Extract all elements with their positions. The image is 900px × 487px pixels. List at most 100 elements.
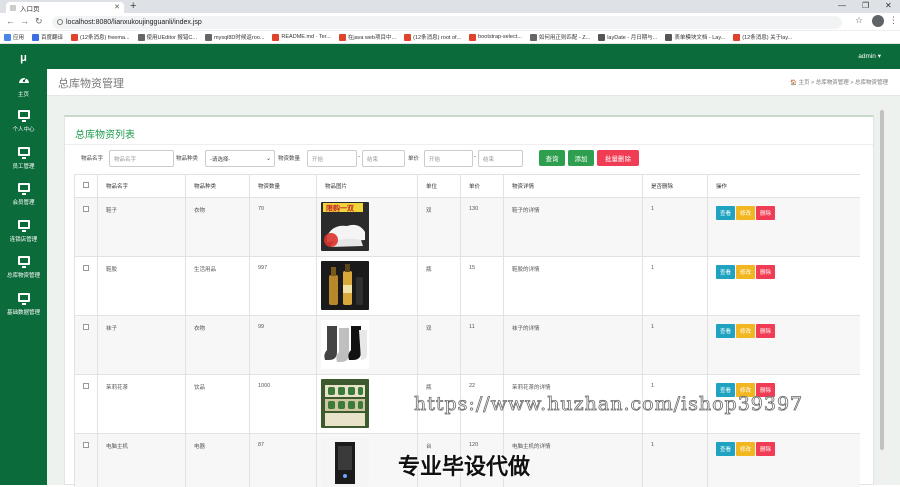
search-button[interactable]: 查询 [539,150,565,166]
bookmark-item[interactable]: bootstrap-select... [469,34,522,41]
bookmark-item[interactable]: 表单模块文档 - Lay... [665,33,725,41]
bookmark-item[interactable]: 在java web项目中... [339,33,396,41]
bookmark-label: layDate - 月日期与... [607,33,657,41]
bookmarks-bar: 应用百度翻译 (12条消息) freema... 使用UEditor 报错C... m… [0,31,900,44]
qty-filter-label: 物资数量 [278,154,300,162]
row-checkbox[interactable] [83,383,89,389]
row-select[interactable] [75,257,98,316]
view-button[interactable]: 查看 [716,442,735,456]
cell-name: 茉莉花茶 [98,375,186,434]
qty-start-input[interactable]: 开始 [307,150,357,167]
cell-image [317,257,418,316]
bookmark-item[interactable]: layDate - 月日期与... [598,33,657,41]
delete-button[interactable]: 删除 [756,324,775,338]
close-tab-icon[interactable]: ✕ [114,3,120,11]
watermark-url: https://www.huzhan.com/ishop39397 [414,393,803,415]
minimize-icon[interactable]: — [838,1,846,10]
edit-button[interactable]: 修改 [736,265,755,279]
row-checkbox[interactable] [83,442,89,448]
cell-unit: 瓶 [418,257,461,316]
cell-detail: 鞋子的详情 [504,198,643,257]
monitor-icon [18,220,30,229]
row-checkbox[interactable] [83,206,89,212]
bookmark-item[interactable]: 使用UEditor 报错C... [138,33,197,41]
menu-dots-icon[interactable]: ⋮ [889,15,898,26]
sidebar-item-home[interactable]: 主页 [0,74,47,110]
cell-type: 生活用品 [186,257,250,316]
product-image [321,320,369,369]
price-start-input[interactable]: 开始 [424,150,473,167]
product-image [321,379,369,428]
qty-end-input[interactable]: 结束 [362,150,405,167]
header-select-all[interactable] [75,175,98,198]
sidebar-item-warehouse[interactable]: 总库物资管理 [0,256,47,292]
view-button[interactable]: 查看 [716,324,735,338]
cell-unit: 双 [418,316,461,375]
delete-button[interactable]: 删除 [756,442,775,456]
delete-button[interactable]: 删除 [756,265,775,279]
cell-price: 15 [461,257,504,316]
bookmark-item[interactable]: 应用 [4,33,24,41]
bookmark-label: (12条消息) freema... [80,33,130,41]
cell-actions: 查看修改删除 [708,257,861,316]
price-end-input[interactable]: 结束 [478,150,523,167]
cell-deleted: 1 [643,198,708,257]
add-button[interactable]: 添加 [568,150,594,166]
sidebar: μ 主页 个人中心 员工管理 会员管理 连锁店管理 总库物资管理 基础数据管理 [0,44,47,485]
sidebar-item-members[interactable]: 会员管理 [0,183,47,219]
edit-button[interactable]: 修改 [736,206,755,220]
view-button[interactable]: 查看 [716,206,735,220]
tab-title: 入口页 [20,3,40,13]
account-icon[interactable] [872,15,884,27]
view-button[interactable]: 查看 [716,265,735,279]
bookmark-item[interactable]: 百度翻译 [32,33,63,41]
forward-icon[interactable]: → [20,16,29,26]
row-select[interactable] [75,375,98,434]
row-select[interactable] [75,434,98,487]
name-filter-input[interactable]: 物品名字 [109,150,174,167]
bookmark-icon [138,34,145,41]
url-input[interactable]: localhost:8080/lianxukoujingguanli/index… [52,16,842,29]
bookmark-label: bootstrap-select... [478,34,522,40]
row-checkbox[interactable] [83,324,89,330]
sidebar-item-staff[interactable]: 员工管理 [0,147,47,183]
delete-button[interactable]: 删除 [756,206,775,220]
scrollbar-thumb[interactable] [880,110,884,450]
cell-name: 袜子 [98,316,186,375]
sidebar-item-label: 主页 [0,90,47,98]
cell-deleted: 1 [643,316,708,375]
sidebar-item-label: 连锁店管理 [0,235,47,243]
select-all-checkbox[interactable] [83,182,89,188]
bookmark-item[interactable]: mysql8D时候返roo... [205,33,264,41]
sidebar-item-base-data[interactable]: 基础数据管理 [0,293,47,329]
close-window-icon[interactable]: ✕ [885,1,892,10]
browser-tab[interactable]: 入口页 ✕ [6,2,124,13]
monitor-icon [18,147,30,156]
back-icon[interactable]: ← [6,16,15,26]
monitor-icon [18,256,30,265]
type-filter-select[interactable]: -请选择-⌄ [205,150,275,167]
sidebar-item-profile[interactable]: 个人中心 [0,110,47,146]
cell-deleted: 1 [643,257,708,316]
row-select[interactable] [75,198,98,257]
bookmark-item[interactable]: (12条消息) root of... [404,33,461,41]
bookmark-item[interactable]: (12条消息) freema... [71,33,130,41]
bookmark-icon [272,34,279,41]
bookmark-item[interactable]: (12条消息) 关于lay... [733,33,792,41]
maximize-icon[interactable]: ❐ [862,1,869,10]
table-body: 鞋子衣物70限购一双双130鞋子的详情1查看修改删除鞋胶生活用品997瓶15鞋胶… [75,198,861,487]
column-header: 操作 [708,175,861,198]
bookmark-item[interactable]: 如何用正则匹配 - Z... [530,33,590,41]
bookmark-icon [733,34,740,41]
user-menu[interactable]: admin ▾ [858,52,881,60]
row-select[interactable] [75,316,98,375]
bookmark-item[interactable]: README.md · Ter... [272,34,330,41]
batch-delete-button[interactable]: 批量删除 [597,150,639,166]
row-checkbox[interactable] [83,265,89,271]
edit-button[interactable]: 修改 [736,442,755,456]
new-tab-icon[interactable]: + [130,0,136,12]
star-icon[interactable]: ☆ [855,15,863,26]
reload-icon[interactable]: ↻ [35,16,43,27]
sidebar-item-stores[interactable]: 连锁店管理 [0,220,47,256]
edit-button[interactable]: 修改 [736,324,755,338]
